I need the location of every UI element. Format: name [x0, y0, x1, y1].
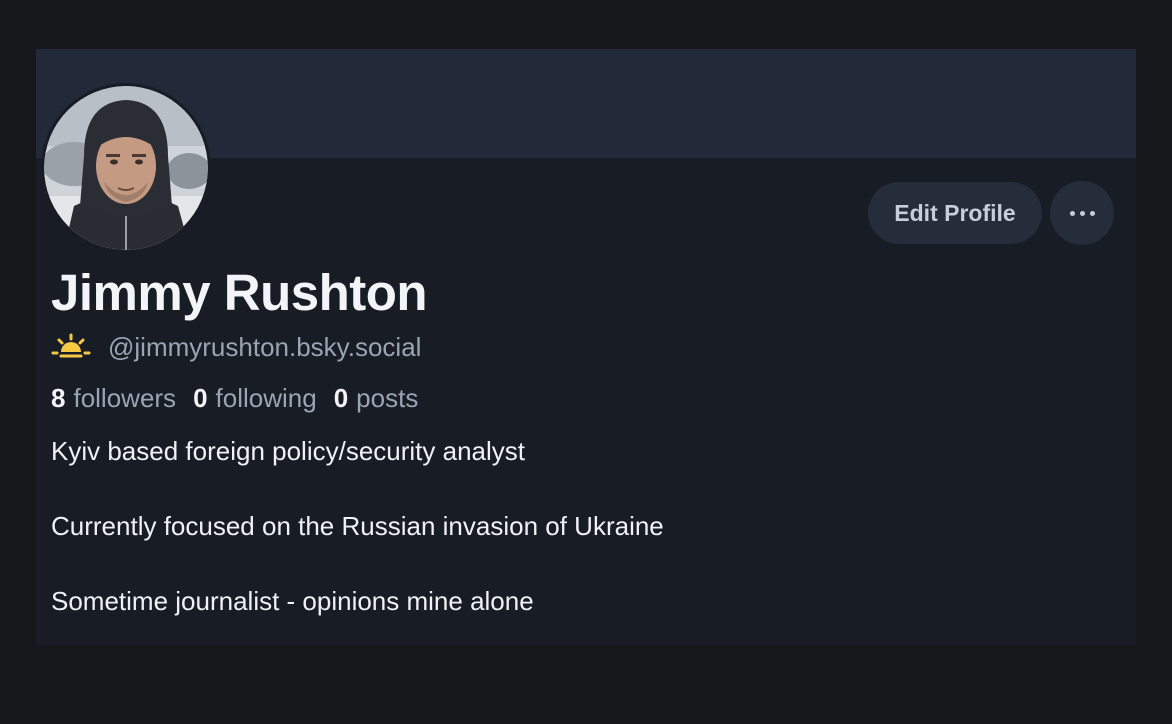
following-stat[interactable]: 0 following — [193, 383, 317, 414]
posts-stat[interactable]: 0 posts — [334, 383, 419, 414]
more-horizontal-icon-dot — [1079, 210, 1085, 216]
profile-card: Edit Profile Jimmy Rushton @jimmyrushton… — [36, 49, 1136, 646]
handle-row: @jimmyrushton.bsky.social — [51, 330, 421, 364]
profile-stats: 8 followers 0 following 0 posts — [51, 381, 435, 415]
avatar-photo — [44, 86, 208, 250]
bio-line: Sometime journalist - opinions mine alon… — [51, 586, 534, 616]
followers-stat[interactable]: 8 followers — [51, 383, 176, 414]
followers-label: followers — [73, 382, 177, 413]
following-label: following — [215, 382, 317, 413]
profile-handle[interactable]: @jimmyrushton.bsky.social — [108, 332, 421, 363]
more-horizontal-icon — [1069, 210, 1075, 216]
followers-count: 8 — [51, 382, 66, 413]
edit-profile-button[interactable]: Edit Profile — [868, 182, 1042, 244]
more-horizontal-icon-dot — [1089, 210, 1095, 216]
following-count: 0 — [193, 382, 208, 413]
sunrise-icon — [51, 330, 93, 364]
bio-line: Kyiv based foreign policy/security analy… — [51, 436, 526, 466]
bio-line: Currently focused on the Russian invasio… — [51, 511, 664, 541]
posts-label: posts — [356, 382, 419, 413]
more-options-button[interactable] — [1050, 181, 1114, 245]
avatar[interactable] — [41, 83, 211, 253]
display-name: Jimmy Rushton — [51, 264, 428, 321]
posts-count: 0 — [333, 382, 349, 413]
profile-bio: Kyiv based foreign policy/security analy… — [51, 435, 1101, 646]
